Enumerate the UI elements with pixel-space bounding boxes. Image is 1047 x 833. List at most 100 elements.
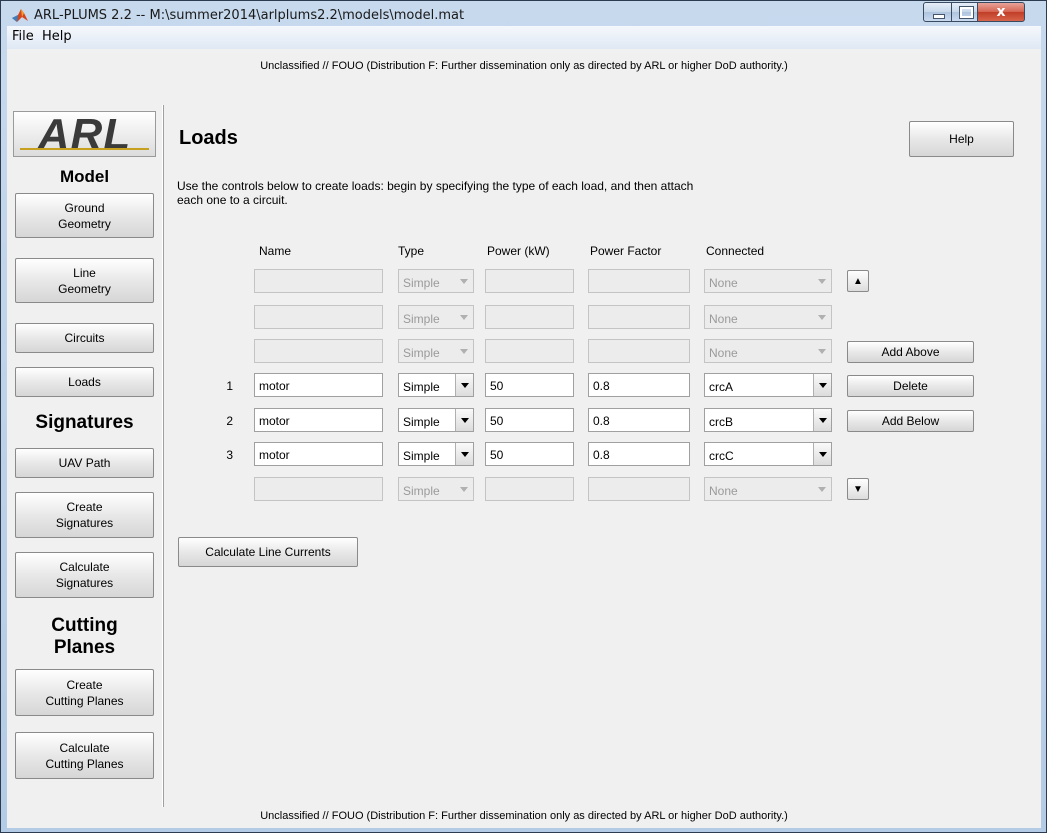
connected-value: crcB	[709, 415, 733, 429]
ground-geometry-button[interactable]: Ground Geometry	[15, 193, 154, 238]
uav-path-button[interactable]: UAV Path	[15, 448, 154, 478]
load-name-field[interactable]	[254, 305, 383, 329]
connected-value: None	[709, 346, 738, 360]
row-number: 1	[226, 379, 233, 393]
load-name-field[interactable]	[254, 339, 383, 363]
power-factor-field[interactable]: 0.8	[588, 408, 690, 432]
load-type-dropdown[interactable]: Simple	[398, 373, 474, 397]
load-type-value: Simple	[403, 415, 440, 429]
power-factor-field[interactable]: 0.8	[588, 442, 690, 466]
sidebar: ARL Model Ground Geometry Line Geometry …	[7, 105, 163, 807]
chevron-down-icon	[455, 340, 473, 362]
chevron-down-icon	[813, 478, 831, 500]
load-type-dropdown[interactable]: Simple	[398, 339, 474, 363]
delete-button[interactable]: Delete	[847, 375, 974, 397]
column-header-name: Name	[259, 244, 292, 258]
connected-value: None	[709, 484, 738, 498]
arrow-up-icon: ▲	[853, 275, 863, 287]
power-factor-field[interactable]: 0.8	[588, 373, 690, 397]
close-button[interactable]: x	[977, 2, 1025, 22]
title-bar[interactable]: ARL-PLUMS 2.2 -- M:\summer2014\arlplums2…	[1, 1, 1046, 29]
load-name-field[interactable]: motor	[254, 373, 383, 397]
load-type-dropdown[interactable]: Simple	[398, 442, 474, 466]
connected-value: crcC	[709, 449, 734, 463]
minimize-icon	[933, 14, 945, 19]
chevron-down-icon	[813, 306, 831, 328]
power-field[interactable]	[485, 269, 574, 293]
connected-dropdown[interactable]: None	[704, 305, 832, 329]
chevron-down-icon	[813, 443, 831, 465]
chevron-down-icon	[813, 374, 831, 396]
menu-bar: File Help	[7, 26, 1041, 50]
arl-logo: ARL	[13, 110, 156, 159]
column-header-connected: Connected	[706, 244, 765, 258]
menu-help[interactable]: Help	[42, 29, 72, 44]
power-factor-field[interactable]	[588, 477, 690, 501]
calculate-cutting-planes-button[interactable]: Calculate Cutting Planes	[15, 732, 154, 779]
calculate-signatures-button[interactable]: Calculate Signatures	[15, 552, 154, 598]
load-name-field[interactable]: motor	[254, 408, 383, 432]
connected-dropdown[interactable]: None	[704, 477, 832, 501]
instructions-text: Use the controls below to create loads: …	[177, 179, 694, 207]
close-icon: x	[996, 4, 1006, 20]
load-type-value: Simple	[403, 380, 440, 394]
maximize-icon	[959, 6, 974, 19]
calculate-line-currents-button[interactable]: Calculate Line Currents	[178, 537, 358, 567]
chevron-down-icon	[813, 409, 831, 431]
circuits-button[interactable]: Circuits	[15, 323, 154, 353]
power-field[interactable]: 50	[485, 408, 574, 432]
power-field[interactable]	[485, 305, 574, 329]
load-name-field[interactable]	[254, 477, 383, 501]
add-below-button[interactable]: Add Below	[847, 410, 974, 432]
power-field[interactable]	[485, 339, 574, 363]
load-type-dropdown[interactable]: Simple	[398, 305, 474, 329]
section-cutting-planes: Cutting Planes	[51, 615, 118, 658]
load-type-value: Simple	[403, 312, 440, 326]
maximize-button[interactable]	[951, 2, 978, 22]
row-number: 3	[226, 448, 233, 462]
power-field[interactable]: 50	[485, 373, 574, 397]
minimize-button[interactable]	[923, 2, 952, 22]
window-title: ARL-PLUMS 2.2 -- M:\summer2014\arlplums2…	[34, 8, 465, 23]
client-area: Unclassified // FOUO (Distribution F: Fu…	[7, 49, 1041, 828]
load-type-value: Simple	[403, 276, 440, 290]
load-type-value: Simple	[403, 484, 440, 498]
chevron-down-icon	[455, 409, 473, 431]
connected-dropdown[interactable]: None	[704, 339, 832, 363]
connected-value: None	[709, 276, 738, 290]
connected-dropdown[interactable]: crcA	[704, 373, 832, 397]
load-name-field[interactable]	[254, 269, 383, 293]
scroll-up-button[interactable]: ▲	[847, 270, 869, 292]
power-factor-field[interactable]	[588, 305, 690, 329]
loads-button[interactable]: Loads	[15, 367, 154, 397]
connected-dropdown[interactable]: crcC	[704, 442, 832, 466]
line-geometry-button[interactable]: Line Geometry	[15, 258, 154, 303]
power-field[interactable]	[485, 477, 574, 501]
menu-file[interactable]: File	[12, 29, 34, 44]
connected-dropdown[interactable]: None	[704, 269, 832, 293]
add-above-button[interactable]: Add Above	[847, 341, 974, 363]
load-type-value: Simple	[403, 449, 440, 463]
scroll-down-button[interactable]: ▼	[847, 478, 869, 500]
connected-value: None	[709, 312, 738, 326]
load-name-field[interactable]: motor	[254, 442, 383, 466]
connected-dropdown[interactable]: crcB	[704, 408, 832, 432]
create-cutting-planes-button[interactable]: Create Cutting Planes	[15, 669, 154, 716]
power-factor-field[interactable]	[588, 269, 690, 293]
app-window: ARL-PLUMS 2.2 -- M:\summer2014\arlplums2…	[0, 0, 1047, 833]
load-type-dropdown[interactable]: Simple	[398, 269, 474, 293]
load-type-value: Simple	[403, 346, 440, 360]
classification-notice-top: Unclassified // FOUO (Distribution F: Fu…	[260, 60, 788, 72]
column-header-power: Power (kW)	[487, 244, 550, 258]
power-field[interactable]: 50	[485, 442, 574, 466]
power-factor-field[interactable]	[588, 339, 690, 363]
classification-notice-bottom: Unclassified // FOUO (Distribution F: Fu…	[260, 810, 788, 822]
chevron-down-icon	[455, 270, 473, 292]
help-button[interactable]: Help	[909, 121, 1014, 157]
page-title: Loads	[179, 127, 238, 149]
column-header-type: Type	[398, 244, 425, 258]
create-signatures-button[interactable]: Create Signatures	[15, 492, 154, 538]
load-type-dropdown[interactable]: Simple	[398, 477, 474, 501]
load-type-dropdown[interactable]: Simple	[398, 408, 474, 432]
arrow-down-icon: ▼	[853, 483, 863, 495]
